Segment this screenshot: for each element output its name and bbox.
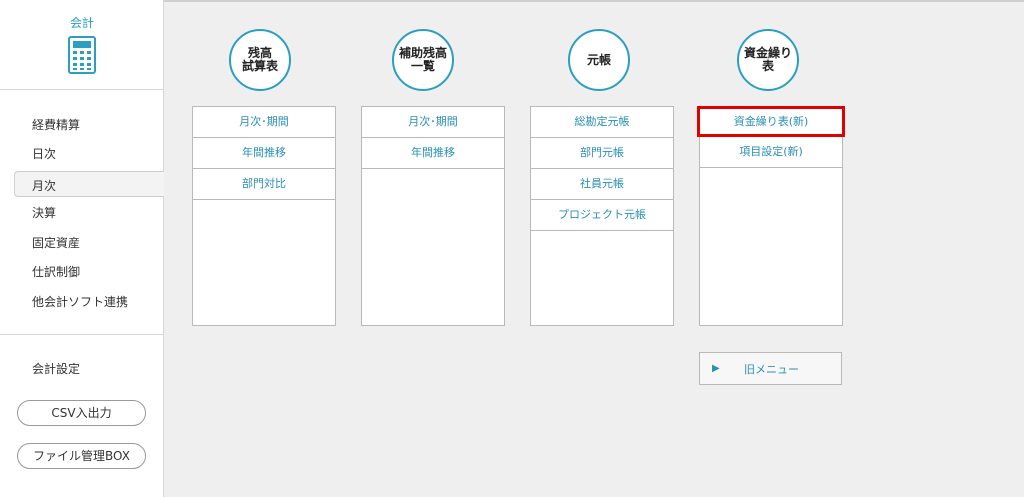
old-menu-label: 旧メニュー — [744, 363, 799, 376]
top-border — [164, 0, 1024, 2]
nav-item-daily[interactable]: 日次 — [32, 147, 56, 161]
csv-io-button[interactable]: CSV入出力 — [17, 400, 146, 426]
nav-item-monthly-label: 月次 — [32, 179, 57, 193]
menu-item-cash-flow-new[interactable]: 資金繰り表(新) — [697, 106, 845, 137]
panel-trial-balance: 月次･期間 年間推移 部門対比 — [192, 106, 336, 326]
old-menu-button[interactable]: ▶ 旧メニュー — [699, 352, 842, 385]
sidebar: 会計 経費精算 日次 月次 決算 固定資産 仕訳制御 他会計ソフト連携 会計設定… — [0, 0, 164, 497]
calculator-icon — [68, 36, 96, 74]
nav-item-closing[interactable]: 決算 — [32, 206, 56, 220]
nav-item-other-software[interactable]: 他会計ソフト連携 — [32, 295, 128, 309]
file-box-button[interactable]: ファイル管理BOX — [17, 443, 146, 469]
nav-item-expense[interactable]: 経費精算 — [32, 118, 80, 132]
play-triangle-icon: ▶ — [712, 363, 720, 374]
nav-item-accounting-settings[interactable]: 会計設定 — [32, 362, 80, 376]
nav-item-fixed-assets[interactable]: 固定資産 — [32, 236, 80, 250]
circle-title-line: 補助残高 — [398, 46, 447, 60]
nav-item-monthly[interactable]: 月次 — [14, 171, 164, 197]
menu-item-department-ledger[interactable]: 部門元帳 — [531, 138, 673, 169]
circle-title-line: 表 — [761, 59, 774, 73]
nav-item-journal-control[interactable]: 仕訳制御 — [32, 265, 80, 279]
menu-item-employee-ledger[interactable]: 社員元帳 — [531, 169, 673, 200]
menu-item-department-compare[interactable]: 部門対比 — [193, 169, 335, 200]
brand: 会計 — [0, 14, 164, 31]
circle-title-line: 一覧 — [410, 59, 435, 73]
circle-cash-flow: 資金繰り表 — [737, 29, 799, 91]
menu-item-yearly-trend[interactable]: 年間推移 — [362, 138, 504, 169]
panel-sub-balance: 月次･期間 年間推移 — [361, 106, 505, 326]
circle-sub-balance: 補助残高 一覧 — [392, 29, 454, 91]
menu-item-monthly-period[interactable]: 月次･期間 — [193, 107, 335, 138]
menu-item-item-settings-new[interactable]: 項目設定(新) — [700, 137, 842, 168]
circle-title-line: 試算表 — [241, 59, 278, 73]
divider — [0, 334, 164, 335]
circle-trial-balance: 残高 試算表 — [229, 29, 291, 91]
menu-item-yearly-trend[interactable]: 年間推移 — [193, 138, 335, 169]
panel-ledger: 総勘定元帳 部門元帳 社員元帳 プロジェクト元帳 — [530, 106, 674, 326]
menu-item-project-ledger[interactable]: プロジェクト元帳 — [531, 200, 673, 231]
menu-item-general-ledger[interactable]: 総勘定元帳 — [531, 107, 673, 138]
panel-cash-flow: 資金繰り表(新) 項目設定(新) — [697, 106, 845, 326]
circle-title-line: 元帳 — [586, 52, 611, 67]
brand-label: 会計 — [69, 16, 94, 30]
circle-title-line: 資金繰り — [743, 46, 792, 60]
circle-title-line: 残高 — [247, 46, 272, 60]
divider — [0, 89, 164, 90]
menu-item-monthly-period[interactable]: 月次･期間 — [362, 107, 504, 138]
circle-ledger: 元帳 — [568, 29, 630, 91]
